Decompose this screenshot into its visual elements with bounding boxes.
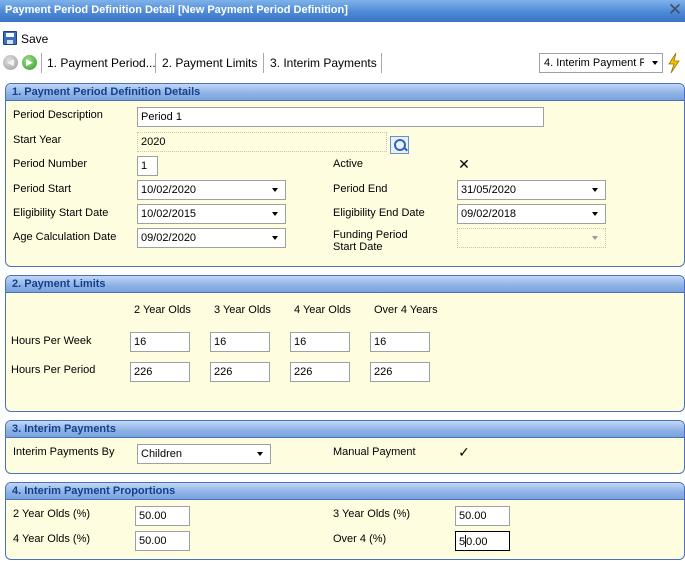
tab-interim-payments[interactable]: 3. Interim Payments [270,56,377,70]
three-year-olds-percent-input[interactable]: 50.00 [455,506,510,526]
hours-per-week-over4-input[interactable]: 16 [370,332,430,352]
interim-payments-by-label: Interim Payments By [13,446,115,458]
panel-header: 1. Payment Period Definition Details [6,84,684,101]
period-number-input[interactable]: 1 [137,156,158,176]
funding-period-label-line2: Start Date [333,241,383,253]
two-year-olds-percent-label: 2 Year Olds (%) [13,508,91,520]
period-end-select[interactable]: 31/05/2020 [457,180,606,200]
start-year-input[interactable]: 2020 [137,132,387,152]
hours-per-week-2yo-input[interactable]: 16 [130,332,190,352]
period-number-label: Period Number [13,158,87,170]
active-checkbox[interactable]: ✕ [457,157,471,171]
four-year-olds-percent-label: 4 Year Olds (%) [13,533,91,545]
eligibility-start-value: 10/02/2015 [141,208,197,220]
column-header-over-4-years: Over 4 Years [374,304,438,316]
panel-period-details: 1. Payment Period Definition Details Per… [5,83,685,267]
start-year-label: Start Year [13,134,62,146]
over-four-percent-label: Over 4 (%) [333,533,387,545]
chevron-down-icon[interactable] [588,184,602,196]
over-four-percent-input[interactable]: 50.00 [455,531,510,551]
divider [155,53,156,73]
eligibility-start-select[interactable]: 10/02/2015 [137,204,286,224]
panel-title: 1. Payment Period Definition Details [12,86,201,98]
manual-payment-label: Manual Payment [333,446,416,458]
age-calculation-select[interactable]: 09/02/2020 [137,228,286,248]
search-icon[interactable] [390,136,409,154]
chevron-down-icon[interactable] [268,184,282,196]
divider [41,53,42,73]
tab-payment-limits[interactable]: 2. Payment Limits [162,56,257,70]
panel-interim-payments: 3. Interim Payments Interim Payments By … [5,420,685,474]
funding-period-label-line1: Funding Period [333,229,408,241]
four-year-olds-percent-input[interactable]: 50.00 [135,531,190,551]
active-label: Active [333,158,363,170]
hours-per-period-label: Hours Per Period [11,364,96,376]
section-navigation: ◀ ▶ 1. Payment Period... 2. Payment Limi… [0,51,685,75]
period-start-label: Period Start [13,183,72,195]
chevron-down-icon[interactable] [588,208,602,220]
panel-interim-proportions: 4. Interim Payment Proportions 2 Year Ol… [5,482,685,560]
funding-period-start-label: Funding Period Start Date [333,229,408,253]
chevron-down-icon[interactable] [588,232,602,244]
interim-payments-by-value: Children [141,448,182,460]
panel-header: 2. Payment Limits [6,276,684,293]
hours-per-period-2yo-input[interactable]: 226 [130,362,190,382]
window-title: Payment Period Definition Detail [New Pa… [5,4,348,16]
eligibility-end-label: Eligibility End Date [333,207,425,219]
back-arrow-icon[interactable]: ◀ [3,55,18,70]
divider [381,53,382,73]
save-icon[interactable] [3,31,17,45]
window-titlebar: Payment Period Definition Detail [New Pa… [0,0,685,22]
panel-header: 3. Interim Payments [6,421,684,438]
two-year-olds-percent-input[interactable]: 50.00 [135,506,190,526]
eligibility-end-select[interactable]: 09/02/2018 [457,204,606,224]
column-header-4-year-olds: 4 Year Olds [294,304,351,316]
eligibility-end-value: 09/02/2018 [461,208,517,220]
save-button[interactable]: Save [21,32,48,46]
chevron-down-icon[interactable] [268,232,282,244]
hours-per-week-label: Hours Per Week [11,335,92,347]
period-start-value: 10/02/2020 [141,184,197,196]
hours-per-period-3yo-input[interactable]: 226 [210,362,270,382]
panel-title: 2. Payment Limits [12,278,106,290]
interim-payments-by-select[interactable]: Children [137,444,271,464]
divider [263,53,264,73]
chevron-down-icon[interactable] [253,448,267,460]
panel-header: 4. Interim Payment Proportions [6,483,684,500]
eligibility-start-label: Eligibility Start Date [13,207,109,219]
tab-payment-period[interactable]: 1. Payment Period... [47,56,156,70]
hours-per-period-4yo-input[interactable]: 226 [290,362,350,382]
panel-title: 4. Interim Payment Proportions [12,485,176,497]
panel-title: 3. Interim Payments [12,423,116,435]
section-select[interactable]: 4. Interim Payment Pr [539,53,663,73]
panel-payment-limits: 2. Payment Limits 2 Year Olds 3 Year Old… [5,275,685,412]
period-start-select[interactable]: 10/02/2020 [137,180,286,200]
column-header-3-year-olds: 3 Year Olds [214,304,271,316]
period-description-input[interactable]: Period 1 [137,107,544,127]
funding-period-start-select[interactable] [457,228,606,248]
manual-payment-checkbox[interactable]: ✓ [457,445,471,459]
hours-per-period-over4-input[interactable]: 226 [370,362,430,382]
three-year-olds-percent-label: 3 Year Olds (%) [333,508,411,520]
forward-arrow-icon[interactable]: ▶ [22,55,37,70]
over-four-value-post: 0.00 [466,536,488,548]
period-end-label: Period End [333,183,388,195]
age-calculation-value: 09/02/2020 [141,232,197,244]
lightning-icon[interactable] [667,53,681,73]
section-select-value: 4. Interim Payment Pr [544,57,644,69]
period-end-value: 31/05/2020 [461,184,517,196]
column-header-2-year-olds: 2 Year Olds [134,304,191,316]
hours-per-week-3yo-input[interactable]: 16 [210,332,270,352]
age-calculation-label: Age Calculation Date [13,231,117,243]
chevron-down-icon [652,61,658,65]
period-description-label: Period Description [13,109,103,121]
close-icon[interactable]: ✕ [667,1,683,19]
save-toolbar: Save [0,28,200,50]
chevron-down-icon[interactable] [268,208,282,220]
hours-per-week-4yo-input[interactable]: 16 [290,332,350,352]
